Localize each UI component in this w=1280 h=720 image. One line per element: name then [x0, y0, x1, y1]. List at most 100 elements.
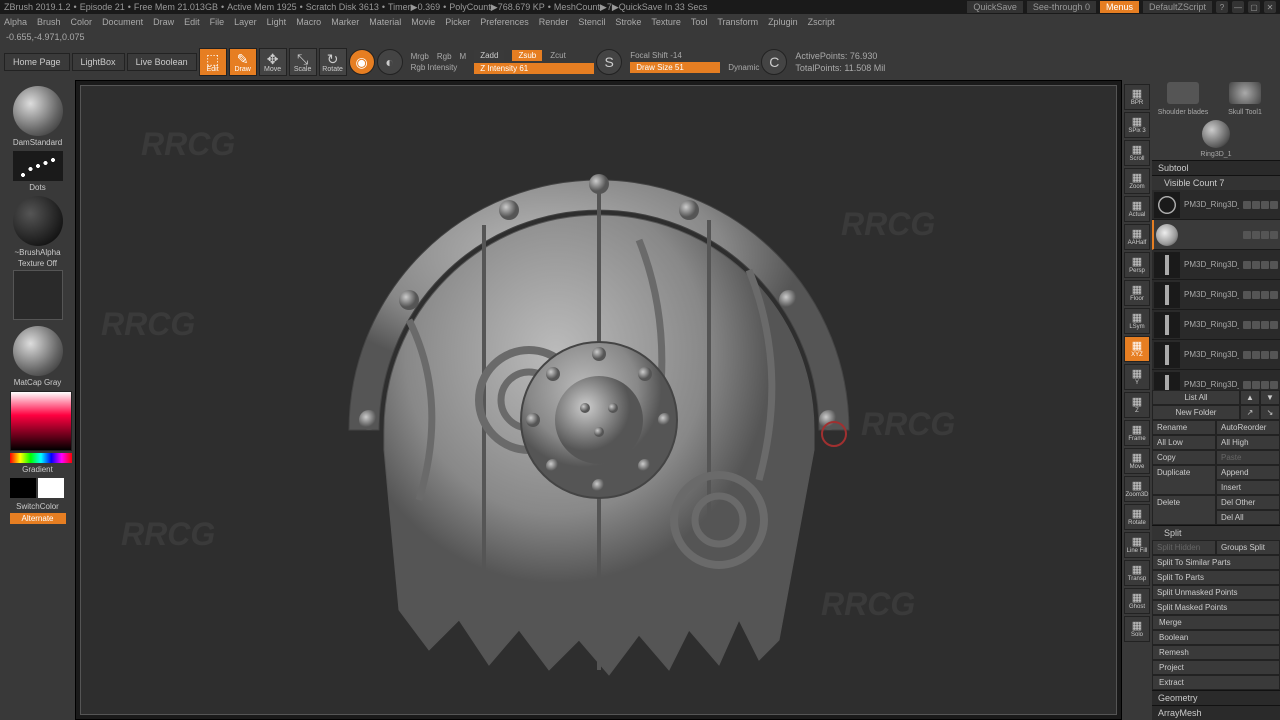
all-high-button[interactable]: All High: [1216, 435, 1280, 450]
del-all-button[interactable]: Del All: [1216, 510, 1280, 525]
remesh-section[interactable]: Remesh: [1152, 645, 1280, 660]
active-tool-icon[interactable]: [1202, 120, 1230, 148]
draw-mode-button[interactable]: ✎Draw: [229, 48, 257, 76]
move-up-icon[interactable]: ▲: [1240, 390, 1260, 405]
shelf-zoom3d[interactable]: ▦Zoom3D: [1124, 476, 1150, 502]
list-all-button[interactable]: List All: [1152, 390, 1240, 405]
move-mode-button[interactable]: ✥Move: [259, 48, 287, 76]
menu-macro[interactable]: Macro: [296, 17, 321, 27]
split-hidden-button[interactable]: Split Hidden: [1152, 540, 1216, 555]
menus-button[interactable]: Menus: [1100, 1, 1139, 13]
split-header[interactable]: Split: [1152, 525, 1280, 540]
rgb-intensity-slider[interactable]: Rgb Intensity: [411, 63, 458, 72]
home-button[interactable]: Home Page: [4, 53, 70, 71]
quicksave-button[interactable]: QuickSave: [967, 1, 1023, 13]
subtool-row[interactable]: [1152, 220, 1280, 250]
menu-stroke[interactable]: Stroke: [615, 17, 641, 27]
switch-color-button[interactable]: SwitchColor: [16, 502, 59, 511]
arraymesh-header[interactable]: ArrayMesh: [1152, 705, 1280, 720]
color-picker[interactable]: [10, 389, 66, 463]
shelf-aahalf[interactable]: ▦AAHalf: [1124, 224, 1150, 250]
shelf-ghost[interactable]: ▦Ghost: [1124, 588, 1150, 614]
sculptris-button[interactable]: ◐: [377, 49, 403, 75]
menu-alpha[interactable]: Alpha: [4, 17, 27, 27]
menu-transform[interactable]: Transform: [717, 17, 758, 27]
split-unmasked-button[interactable]: Split Unmasked Points: [1152, 585, 1280, 600]
brush-selector[interactable]: DamStandard: [10, 84, 66, 147]
gradient-label[interactable]: Gradient: [22, 465, 53, 474]
shelf-transp[interactable]: ▦Transp: [1124, 560, 1150, 586]
menu-edit[interactable]: Edit: [184, 17, 200, 27]
menu-preferences[interactable]: Preferences: [480, 17, 529, 27]
menu-file[interactable]: File: [210, 17, 225, 27]
shelf-lsym[interactable]: ▦LSym: [1124, 308, 1150, 334]
subtool-row[interactable]: PM3D_Ring3D_3: [1152, 370, 1280, 390]
menu-brush[interactable]: Brush: [37, 17, 61, 27]
paste-button[interactable]: Paste: [1216, 450, 1280, 465]
material-selector[interactable]: MatCap Gray: [10, 324, 66, 387]
subtool-row[interactable]: PM3D_Ring3D_5: [1152, 190, 1280, 220]
split-similar-button[interactable]: Split To Similar Parts: [1152, 555, 1280, 570]
tool-slot-1[interactable]: Shoulder blades: [1152, 80, 1214, 118]
default-zscript-button[interactable]: DefaultZScript: [1143, 1, 1212, 13]
rename-button[interactable]: Rename: [1152, 420, 1216, 435]
insert-button[interactable]: Insert: [1216, 480, 1280, 495]
extract-section[interactable]: Extract: [1152, 675, 1280, 690]
shelf-scroll[interactable]: ▦Scroll: [1124, 140, 1150, 166]
del-other-button[interactable]: Del Other: [1216, 495, 1280, 510]
seethrough-slider[interactable]: See-through 0: [1027, 1, 1096, 13]
new-folder-button[interactable]: New Folder: [1152, 405, 1240, 420]
menu-color[interactable]: Color: [71, 17, 93, 27]
menu-material[interactable]: Material: [369, 17, 401, 27]
arrow-up-icon[interactable]: ↗: [1240, 405, 1260, 420]
shelf-persp[interactable]: ▦Persp: [1124, 252, 1150, 278]
alpha-selector[interactable]: ~BrushAlpha: [10, 194, 66, 257]
subtool-header[interactable]: Subtool: [1152, 160, 1280, 175]
all-low-button[interactable]: All Low: [1152, 435, 1216, 450]
shelf-solo[interactable]: ▦Solo: [1124, 616, 1150, 642]
menu-render[interactable]: Render: [539, 17, 569, 27]
subtool-row[interactable]: PM3D_Ring3D_3: [1152, 250, 1280, 280]
shelf-xyz[interactable]: ▦XYZ: [1124, 336, 1150, 362]
alternate-button[interactable]: Alternate: [10, 513, 66, 524]
viewport[interactable]: RRCG RRCG RRCG RRCG RRCG RRCG: [75, 80, 1122, 720]
shelf-rotate[interactable]: ▦Rotate: [1124, 504, 1150, 530]
shelf-bpr[interactable]: ▦BPR: [1124, 84, 1150, 110]
menu-zplugin[interactable]: Zplugin: [768, 17, 798, 27]
stroke-selector[interactable]: Dots: [10, 149, 66, 192]
z-intensity-slider[interactable]: Z Intensity 61: [474, 63, 594, 74]
groups-split-button[interactable]: Groups Split: [1216, 540, 1280, 555]
menu-light[interactable]: Light: [267, 17, 287, 27]
live-boolean-button[interactable]: Live Boolean: [127, 53, 197, 71]
edit-mode-button[interactable]: ⬚Edit: [199, 48, 227, 76]
copy-button[interactable]: Copy: [1152, 450, 1216, 465]
menu-picker[interactable]: Picker: [445, 17, 470, 27]
subtool-row[interactable]: PM3D_Ring3D_5: [1152, 310, 1280, 340]
rotate-mode-button[interactable]: ↻Rotate: [319, 48, 347, 76]
shelf-z[interactable]: ▦Z: [1124, 392, 1150, 418]
primary-color-swatch[interactable]: [38, 478, 64, 498]
tool-slot-2[interactable]: Skull Tool1: [1214, 80, 1276, 118]
lightbox-button[interactable]: LightBox: [72, 53, 125, 71]
close-icon[interactable]: ✕: [1264, 1, 1276, 13]
zsub-button[interactable]: Zsub: [512, 50, 542, 61]
stroke-circle-icon[interactable]: S: [596, 49, 622, 75]
shelf-actual[interactable]: ▦Actual: [1124, 196, 1150, 222]
subtool-row[interactable]: PM3D_Ring3D_16: [1152, 280, 1280, 310]
draw-size-slider[interactable]: Draw Size 51: [630, 62, 720, 73]
shelf-zoom[interactable]: ▦Zoom: [1124, 168, 1150, 194]
menu-texture[interactable]: Texture: [651, 17, 681, 27]
menu-zscript[interactable]: Zscript: [808, 17, 835, 27]
menu-draw[interactable]: Draw: [153, 17, 174, 27]
delete-button[interactable]: Delete: [1152, 495, 1216, 525]
focal-shift-slider[interactable]: Focal Shift -14: [630, 51, 682, 60]
scale-mode-button[interactable]: ⤡Scale: [289, 48, 317, 76]
help-icon[interactable]: ?: [1216, 1, 1228, 13]
shelf-floor[interactable]: ▦Floor: [1124, 280, 1150, 306]
shelf-frame[interactable]: ▦Frame: [1124, 420, 1150, 446]
texture-selector[interactable]: Texture Off: [10, 259, 66, 322]
menu-movie[interactable]: Movie: [411, 17, 435, 27]
menu-document[interactable]: Document: [102, 17, 143, 27]
split-parts-button[interactable]: Split To Parts: [1152, 570, 1280, 585]
merge-section[interactable]: Merge: [1152, 615, 1280, 630]
